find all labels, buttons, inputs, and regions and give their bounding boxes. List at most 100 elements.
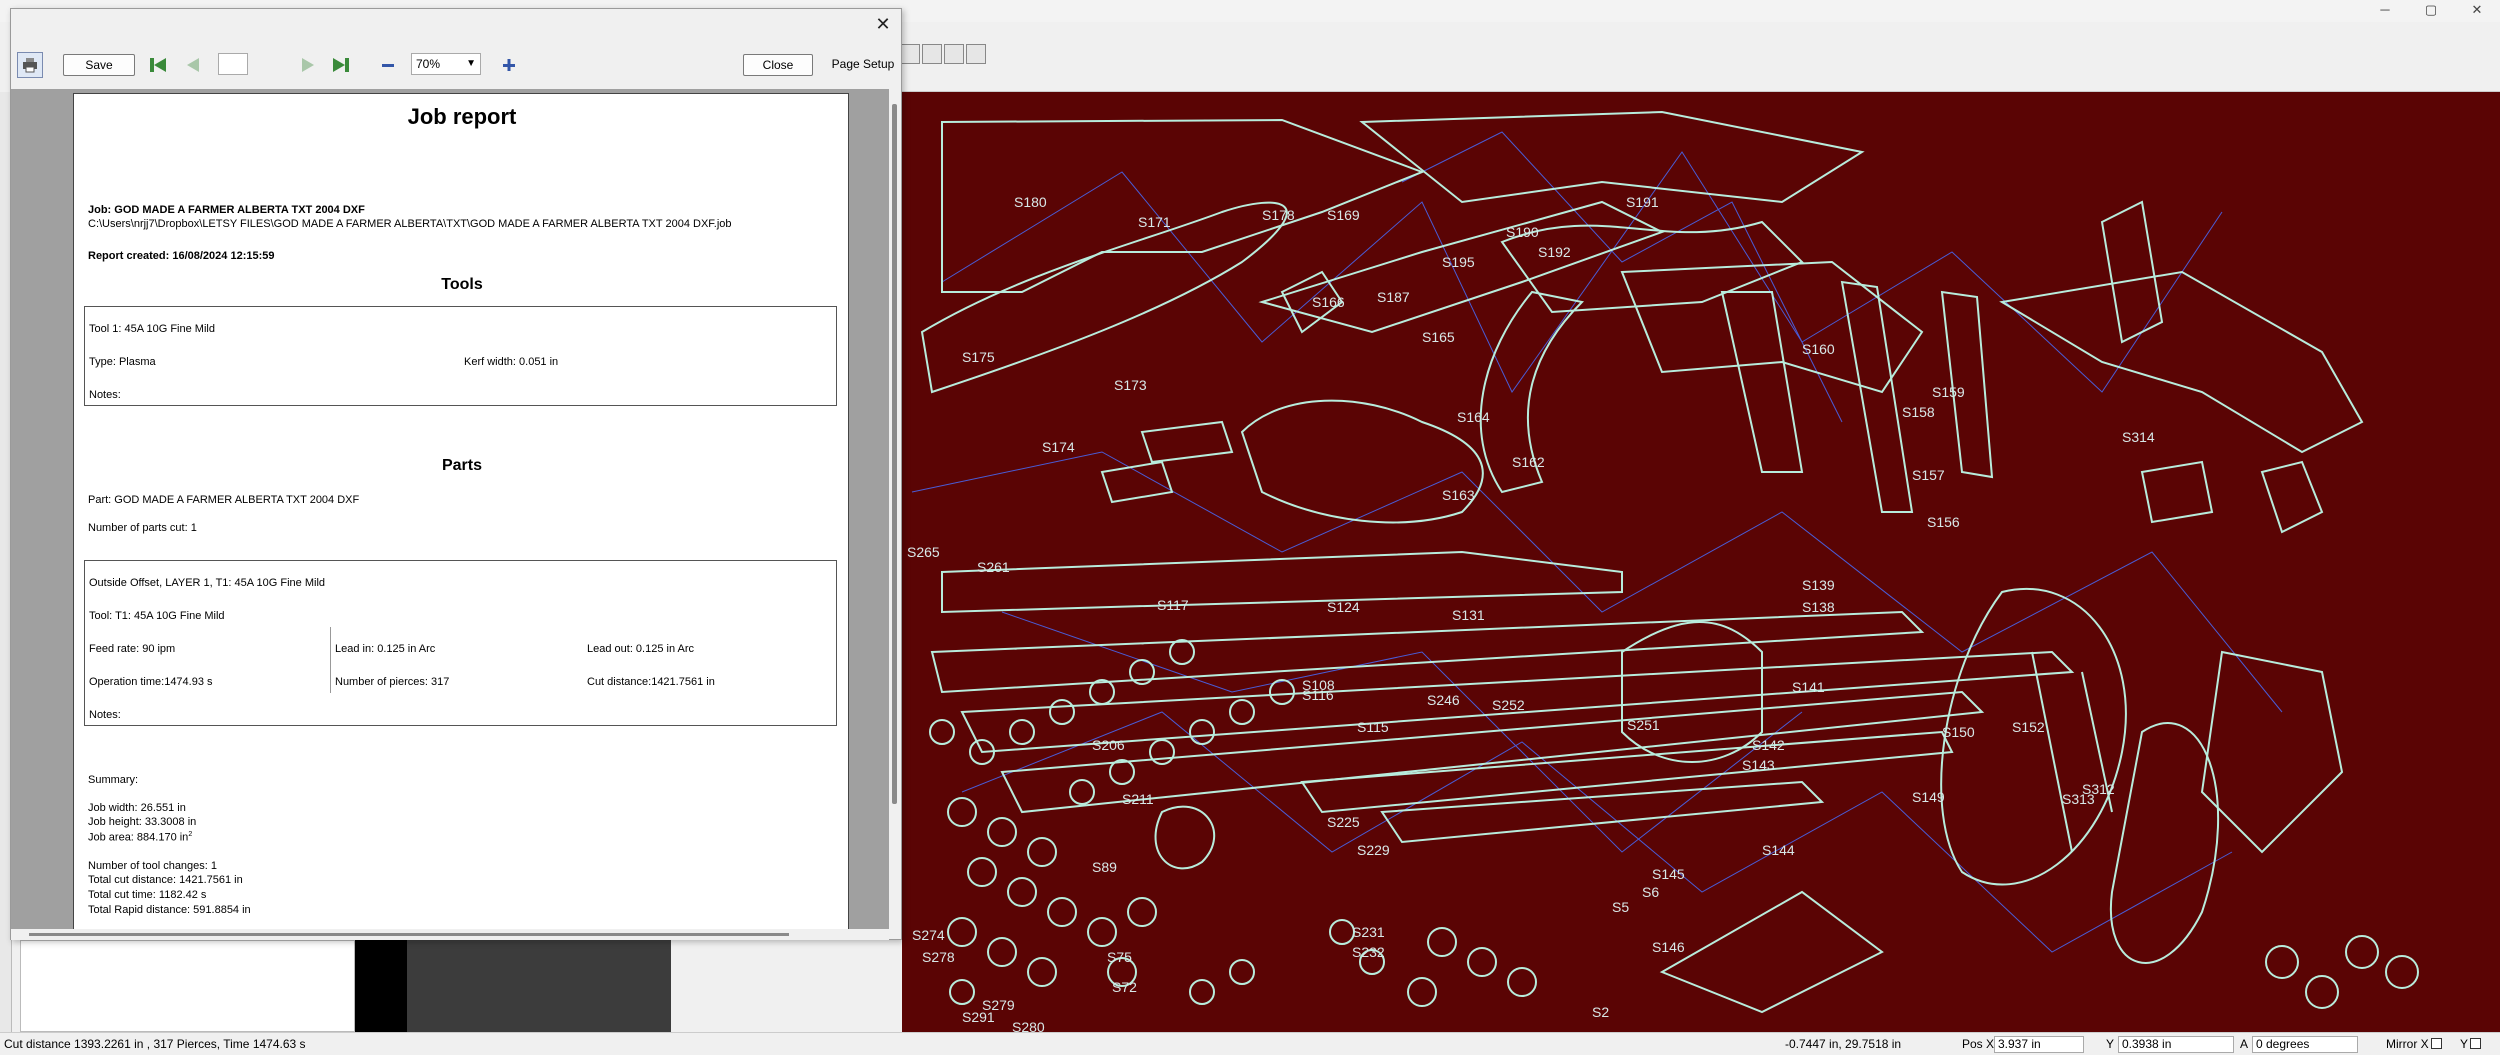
zoom-value: 70% <box>416 57 441 71</box>
page-number-input[interactable] <box>218 53 248 75</box>
close-button[interactable]: Close <box>743 54 813 76</box>
part-label: S152 <box>2012 719 2045 735</box>
horizontal-scrollbar[interactable] <box>11 929 889 940</box>
total-cut-time: Total cut time: 1182.42 s <box>88 889 207 901</box>
view-icon[interactable] <box>900 44 920 64</box>
part-label: S313 <box>2062 791 2095 807</box>
part-label: S280 <box>1012 1019 1045 1032</box>
pos-x-field[interactable]: 3.937 in <box>1994 1036 2084 1053</box>
part-label: S232 <box>1352 944 1385 960</box>
previous-page-button[interactable] <box>181 52 207 78</box>
part-label: S206 <box>1092 737 1125 753</box>
dialog-close-icon[interactable]: ✕ <box>871 12 895 36</box>
part-label: S274 <box>912 927 945 943</box>
part-label: S192 <box>1538 244 1571 260</box>
lower-gray-panel <box>407 940 671 1032</box>
first-page-button[interactable] <box>145 52 171 78</box>
total-cut-distance: Total cut distance: 1421.7561 in <box>88 874 243 886</box>
part-label: S131 <box>1452 607 1485 623</box>
tool-box: Tool 1: 45A 10G Fine Mild Type: Plasma K… <box>84 306 837 406</box>
zoom-out-button[interactable] <box>375 52 401 78</box>
job-area-unit-sup: 2 <box>188 831 193 838</box>
tool-type: Type: Plasma <box>89 356 156 368</box>
part-label: S5 <box>1612 899 1629 915</box>
part-label: S171 <box>1138 214 1171 230</box>
part-label: S138 <box>1802 599 1835 615</box>
part-label: S231 <box>1352 924 1385 940</box>
part-label: S115 <box>1357 719 1389 735</box>
job-height: Job height: 33.3008 in <box>88 816 197 828</box>
mirror-y-checkbox[interactable] <box>2470 1038 2482 1049</box>
parts-cut: Number of parts cut: 1 <box>88 522 197 534</box>
cursor-coordinates: -0.7447 in, 29.7518 in <box>1785 1037 1902 1051</box>
preview-area[interactable]: Job report Job: GOD MADE A FARMER ALBERT… <box>11 89 901 929</box>
maximize-icon[interactable]: ▢ <box>2408 0 2454 22</box>
part-label: S252 <box>1492 697 1525 713</box>
pos-y-field[interactable]: 0.3938 in <box>2118 1036 2234 1053</box>
job-name: Job: GOD MADE A FARMER ALBERTA TXT 2004 … <box>88 204 365 216</box>
part-label: S142 <box>1752 737 1785 753</box>
job-area: Job area: 884.170 in2 <box>88 831 192 844</box>
zoom-in-button[interactable] <box>496 52 522 78</box>
zoom-window-icon[interactable] <box>922 44 942 64</box>
operation-time: Operation time:1474.93 s <box>89 676 213 688</box>
first-page-icon <box>150 58 166 72</box>
mirror-y-toggle[interactable]: Y <box>2460 1037 2482 1051</box>
operation-title: Outside Offset, LAYER 1, T1: 45A 10G Fin… <box>89 577 326 589</box>
kerf-width: Kerf width: 0.051 in <box>464 356 559 368</box>
page-setup-button[interactable]: Page Setup <box>829 54 897 76</box>
part-labels: S180 S178 S169 S171 S191 S190 S192 S195 S187 S166… <box>907 194 2155 1032</box>
tool-changes: Number of tool changes: 1 <box>88 860 218 872</box>
part-label: S146 <box>1652 939 1685 955</box>
part-label: S191 <box>1626 194 1659 210</box>
part-label: S278 <box>922 949 955 965</box>
part-label: S314 <box>2122 429 2155 445</box>
zoom-extents-icon[interactable] <box>966 44 986 64</box>
part-label: S265 <box>907 544 940 560</box>
mirror-y-label: Y <box>2460 1037 2469 1051</box>
zoom-fit-icon[interactable] <box>944 44 964 64</box>
mirror-x-toggle[interactable]: Mirror X <box>2386 1037 2442 1051</box>
part-label: S108 <box>1302 677 1335 693</box>
minimize-icon[interactable]: ─ <box>2362 0 2408 22</box>
part-label: S195 <box>1442 254 1475 270</box>
part-label: S165 <box>1422 329 1455 345</box>
vertical-scrollbar[interactable] <box>889 89 901 929</box>
angle-field[interactable]: 0 degrees <box>2252 1036 2358 1053</box>
part-label: S2 <box>1592 1004 1609 1020</box>
part-label: S89 <box>1092 859 1117 875</box>
close-app-icon[interactable]: ✕ <box>2454 0 2500 22</box>
part-label: S162 <box>1512 454 1545 470</box>
part-label: S291 <box>962 1009 995 1025</box>
printer-icon <box>23 58 37 73</box>
part-label: S178 <box>1262 207 1295 223</box>
lead-in: Lead in: 0.125 in Arc <box>335 643 436 655</box>
save-button[interactable]: Save <box>63 54 135 76</box>
print-button[interactable] <box>17 52 43 78</box>
part-label: S190 <box>1506 224 1539 240</box>
job-path: C:\Users\nrjj7\Dropbox\LETSY FILES\GOD M… <box>88 218 732 230</box>
drawing-canvas[interactable]: S180 S178 S169 S171 S191 S190 S192 S195 S187 S166… <box>902 92 2500 1032</box>
feed-rate: Feed rate: 90 ipm <box>89 643 176 655</box>
part-label: S158 <box>1902 404 1935 420</box>
part-label: S145 <box>1652 866 1685 882</box>
part-label: S173 <box>1114 377 1147 393</box>
next-page-button[interactable] <box>294 52 320 78</box>
total-rapid-distance: Total Rapid distance: 591.8854 in <box>88 904 251 916</box>
part-label: S6 <box>1642 884 1659 900</box>
parts-heading: Parts <box>441 457 483 474</box>
vertical-scroll-thumb[interactable] <box>892 104 897 804</box>
operation-notes: Notes: <box>89 709 121 721</box>
horizontal-scroll-thumb[interactable] <box>29 933 789 936</box>
last-page-icon <box>333 58 349 72</box>
status-bar: Cut distance 1393.2261 in , 317 Pierces,… <box>0 1032 2500 1055</box>
job-area-value: Job area: 884.170 in <box>88 831 189 844</box>
part-name: Part: GOD MADE A FARMER ALBERTA TXT 2004… <box>88 494 360 506</box>
part-label: S225 <box>1327 814 1360 830</box>
toolpath-drawing: S180 S178 S169 S171 S191 S190 S192 S195 S187 S166… <box>907 110 2419 1032</box>
part-label: S124 <box>1327 599 1360 615</box>
lower-black-panel <box>355 940 407 1032</box>
zoom-select[interactable]: 70% ▼ <box>411 53 481 75</box>
last-page-button[interactable] <box>328 52 354 78</box>
mirror-x-checkbox[interactable] <box>2430 1038 2442 1049</box>
